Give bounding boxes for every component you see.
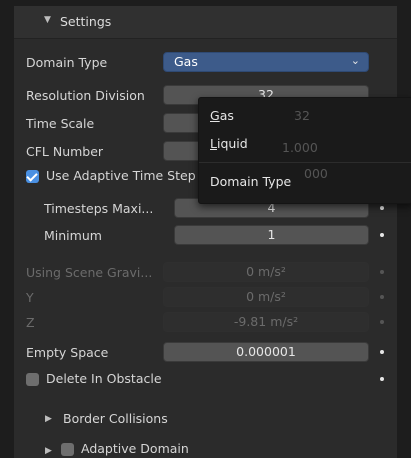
domain-type-label: Domain Type [26, 55, 108, 70]
ghost-value: 32 [294, 108, 310, 123]
domain-type-value: Gas [174, 54, 198, 69]
adaptive-domain-checkbox[interactable] [61, 443, 74, 456]
panel-title: Settings [60, 14, 112, 29]
keyframe-dot-icon[interactable] [380, 233, 384, 237]
time-scale-label: Time Scale [26, 116, 95, 131]
keyframe-dot-icon [380, 320, 384, 324]
chevron-down-icon: ⌄ [350, 54, 360, 67]
gravity-label: Using Scene Gravi... [26, 265, 153, 280]
keyframe-dot-icon[interactable] [380, 377, 384, 381]
keyframe-dot-icon [380, 295, 384, 299]
empty-space-label: Empty Space [26, 345, 109, 360]
adaptive-time-label: Use Adaptive Time Step [46, 168, 196, 183]
adaptive-domain-subpanel[interactable]: Adaptive Domain [81, 441, 189, 456]
ghost-value: 1.000 [282, 140, 318, 155]
timesteps-max-label: Timesteps Maxi... [44, 201, 154, 216]
minimum-field[interactable]: 1 [174, 225, 369, 245]
gravity-z-label: Z [26, 315, 35, 330]
empty-space-field[interactable]: 0.000001 [163, 342, 369, 362]
delete-obstacle-label: Delete In Obstacle [46, 371, 162, 386]
gravity-z-field: -9.81 m/s² [163, 312, 369, 332]
dropdown-option-liquid[interactable]: Liquid [210, 136, 248, 151]
delete-obstacle-checkbox[interactable] [26, 373, 39, 386]
domain-type-select[interactable]: Gas ⌄ [163, 52, 369, 72]
ghost-value: 000 [304, 166, 328, 181]
border-collisions-subpanel[interactable]: Border Collisions [63, 411, 168, 426]
keyframe-dot-icon[interactable] [380, 350, 384, 354]
collapse-triangle-icon[interactable]: ▼ [44, 15, 51, 25]
gravity-y-field: 0 m/s² [163, 287, 369, 307]
settings-header[interactable]: ▼ Settings [14, 6, 397, 39]
dropdown-option-gas[interactable]: Gas [210, 108, 234, 123]
gravity-y-label: Y [26, 290, 34, 305]
keyframe-dot-icon [380, 270, 384, 274]
resolution-label: Resolution Division [26, 88, 145, 103]
domain-type-dropdown: 32 1.000 000 Gas Liquid Domain Type [198, 97, 411, 204]
keyframe-dot-icon[interactable] [380, 206, 384, 210]
gravity-x-field: 0 m/s² [163, 262, 369, 282]
dropdown-title: Domain Type [210, 174, 292, 189]
minimum-label: Minimum [44, 228, 102, 243]
cfl-label: CFL Number [26, 144, 104, 159]
adaptive-time-checkbox[interactable] [26, 170, 39, 183]
dropdown-divider [199, 162, 411, 163]
expand-triangle-icon[interactable]: ▶ [45, 414, 52, 424]
expand-triangle-icon[interactable]: ▶ [45, 446, 52, 456]
